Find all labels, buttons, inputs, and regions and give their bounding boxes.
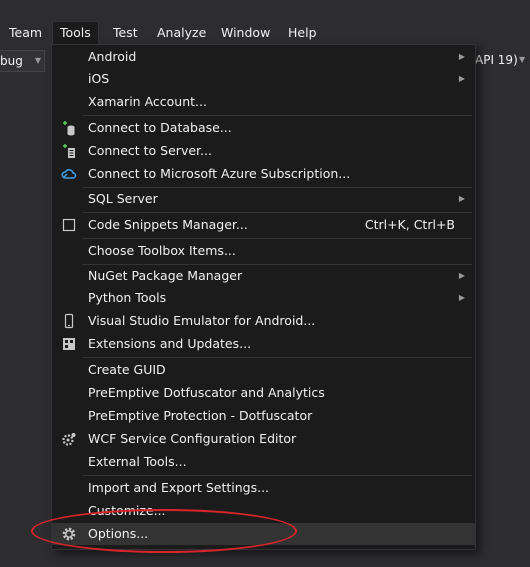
menu-item-create-guid[interactable]: Create GUID bbox=[52, 359, 475, 381]
submenu-arrow-icon: ▶ bbox=[458, 74, 465, 83]
configuration-value: bug bbox=[0, 54, 23, 68]
database-connect-icon bbox=[63, 121, 75, 136]
menu-item-label: External Tools... bbox=[88, 454, 187, 469]
chevron-down-icon[interactable]: ▼ bbox=[519, 50, 525, 70]
menu-item-label: Python Tools bbox=[88, 290, 167, 305]
menu-item-label: PreEmptive Dotfuscator and Analytics bbox=[88, 385, 325, 400]
menu-item-label: Extensions and Updates... bbox=[88, 336, 252, 351]
menu-item-external-tools[interactable]: External Tools... bbox=[52, 451, 475, 473]
menu-item-sql-server[interactable]: SQL Server ▶ bbox=[52, 188, 475, 210]
menu-item-ios[interactable]: iOS ▶ bbox=[52, 68, 475, 90]
solution-configuration-combo[interactable]: bug ▼ bbox=[0, 50, 45, 72]
menu-item-label: Xamarin Account... bbox=[88, 94, 207, 109]
menu-item-import-export-settings[interactable]: Import and Export Settings... bbox=[52, 477, 475, 499]
menu-item-code-snippets-manager[interactable]: Code Snippets Manager... Ctrl+K, Ctrl+B bbox=[52, 214, 475, 236]
menu-team[interactable]: Team bbox=[2, 22, 49, 44]
menu-separator bbox=[82, 357, 472, 358]
submenu-arrow-icon: ▶ bbox=[458, 194, 465, 203]
submenu-arrow-icon: ▶ bbox=[458, 52, 465, 61]
menu-item-label: NuGet Package Manager bbox=[88, 268, 243, 283]
menu-item-label: Visual Studio Emulator for Android... bbox=[88, 313, 316, 328]
gear-icon bbox=[62, 527, 76, 541]
menu-separator bbox=[82, 475, 472, 476]
menu-item-label: SQL Server bbox=[88, 191, 158, 206]
menu-item-label: WCF Service Configuration Editor bbox=[88, 431, 297, 446]
chevron-down-icon: ▼ bbox=[34, 56, 41, 65]
menu-item-android[interactable]: Android ▶ bbox=[52, 46, 475, 68]
menu-bar: Team Tools Test Analyze Window Help bbox=[0, 21, 530, 45]
menu-item-preemptive-protection[interactable]: PreEmptive Protection - Dotfuscator bbox=[52, 405, 475, 427]
menu-item-choose-toolbox-items[interactable]: Choose Toolbox Items... bbox=[52, 240, 475, 262]
menu-item-wcf-service-config-editor[interactable]: WCF Service Configuration Editor bbox=[52, 428, 475, 450]
menu-item-label: Android bbox=[88, 49, 137, 64]
menu-item-xamarin-account[interactable]: Xamarin Account... bbox=[52, 91, 475, 113]
submenu-arrow-icon: ▶ bbox=[458, 293, 465, 302]
menu-item-nuget-package-manager[interactable]: NuGet Package Manager ▶ bbox=[52, 265, 475, 287]
snippet-icon bbox=[62, 218, 76, 232]
menu-separator bbox=[82, 212, 472, 213]
menu-item-label: Create GUID bbox=[88, 362, 166, 377]
menu-item-connect-database[interactable]: Connect to Database... bbox=[52, 117, 475, 139]
wcf-gear-icon bbox=[62, 433, 76, 446]
menu-test[interactable]: Test bbox=[106, 22, 145, 44]
menu-item-label: Connect to Server... bbox=[88, 143, 212, 158]
menu-item-label: Connect to Database... bbox=[88, 120, 232, 135]
menu-window[interactable]: Window bbox=[214, 22, 277, 44]
menu-item-connect-azure[interactable]: Connect to Microsoft Azure Subscription.… bbox=[52, 163, 475, 185]
menu-item-preemptive-dotfuscator-analytics[interactable]: PreEmptive Dotfuscator and Analytics bbox=[52, 382, 475, 404]
menu-item-extensions-updates[interactable]: Extensions and Updates... bbox=[52, 333, 475, 355]
menu-item-label: Options... bbox=[88, 526, 149, 541]
menu-item-label: Connect to Microsoft Azure Subscription.… bbox=[88, 166, 351, 181]
menu-item-customize[interactable]: Customize... bbox=[52, 500, 475, 522]
menu-item-label: PreEmptive Protection - Dotfuscator bbox=[88, 408, 313, 423]
menu-item-label: iOS bbox=[88, 71, 110, 86]
menu-item-python-tools[interactable]: Python Tools ▶ bbox=[52, 287, 475, 309]
menu-item-label: Choose Toolbox Items... bbox=[88, 243, 236, 258]
menu-analyze[interactable]: Analyze bbox=[150, 22, 213, 44]
menu-separator bbox=[82, 238, 472, 239]
menu-item-label: Customize... bbox=[88, 503, 166, 518]
server-connect-icon bbox=[63, 144, 75, 158]
menu-item-shortcut: Ctrl+K, Ctrl+B bbox=[364, 217, 455, 232]
tools-menu: Android ▶ iOS ▶ Xamarin Account... Conne… bbox=[51, 44, 476, 550]
menu-item-label: Code Snippets Manager... bbox=[88, 217, 248, 232]
menu-item-connect-server[interactable]: Connect to Server... bbox=[52, 140, 475, 162]
menu-tools[interactable]: Tools bbox=[52, 21, 99, 45]
azure-cloud-icon bbox=[61, 169, 77, 179]
submenu-arrow-icon: ▶ bbox=[458, 271, 465, 280]
menu-item-vs-emulator-android[interactable]: Visual Studio Emulator for Android... bbox=[52, 310, 475, 332]
extensions-icon bbox=[63, 338, 75, 350]
menu-item-options[interactable]: Options... bbox=[52, 523, 475, 545]
menu-separator bbox=[82, 115, 472, 116]
menu-help[interactable]: Help bbox=[281, 22, 324, 44]
phone-icon bbox=[64, 313, 74, 329]
target-device-text[interactable]: API 19) bbox=[475, 50, 518, 70]
menu-item-label: Import and Export Settings... bbox=[88, 480, 270, 495]
